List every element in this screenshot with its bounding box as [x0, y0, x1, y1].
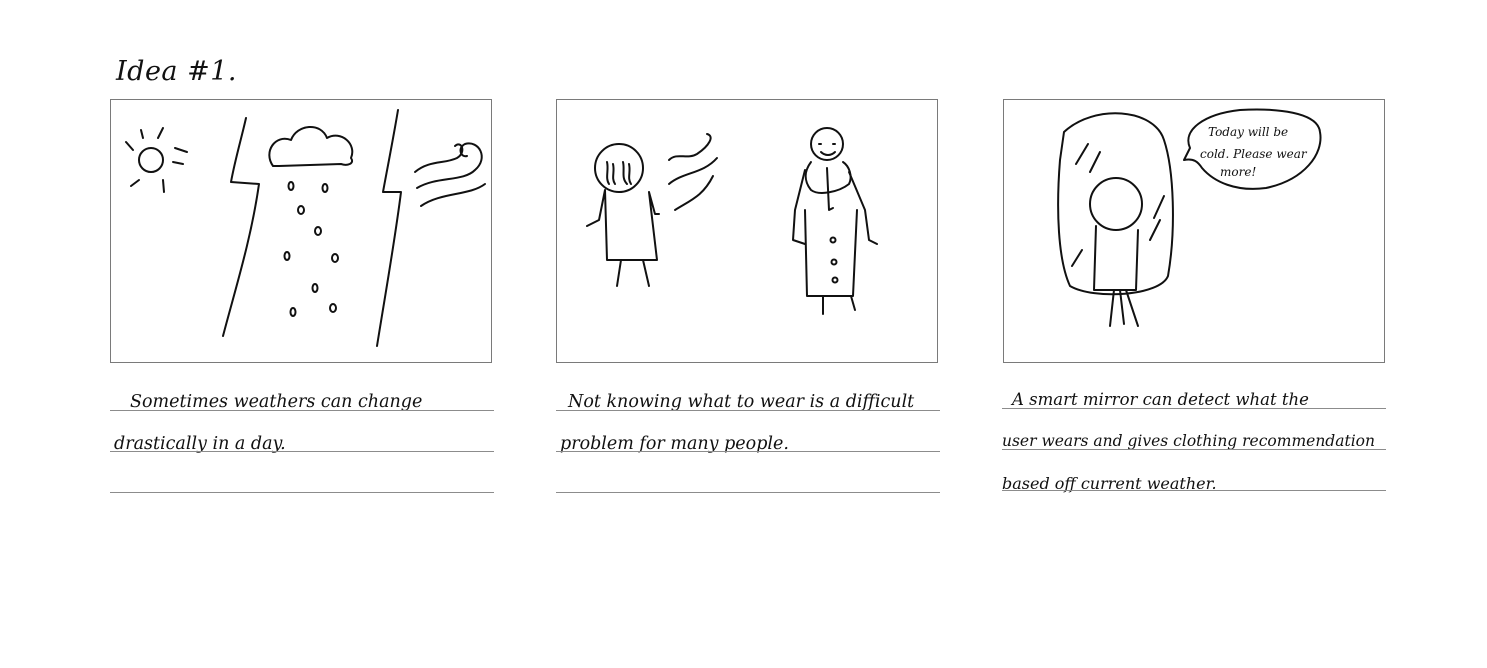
page-title: Idea #1. — [116, 56, 237, 87]
caption-line: A smart mirror can detect what the — [1012, 390, 1309, 409]
speech-bubble-line: Today will be — [1208, 125, 1288, 139]
caption-line: Not knowing what to wear is a difficult — [568, 392, 915, 412]
cloud-icon — [268, 126, 354, 167]
wind-icon — [668, 133, 718, 211]
clothing-sketch — [586, 127, 878, 315]
speech-bubble-line: more! — [1220, 165, 1256, 179]
caption-rule — [556, 492, 940, 493]
smart-mirror-sketch: Today will be cold. Please wear more! — [1057, 108, 1322, 327]
caption-rule — [110, 492, 494, 493]
caption-rule — [1002, 490, 1386, 491]
storyboard-panel-3: Today will be cold. Please wear more! — [1003, 99, 1385, 363]
caption-rule — [1002, 449, 1386, 450]
divider-stroke — [376, 109, 402, 347]
caption-rule — [110, 410, 494, 411]
storyboard-panel-2 — [556, 99, 938, 363]
caption-line: user wears and gives clothing recommenda… — [1002, 432, 1375, 450]
rain-icon — [283, 181, 339, 317]
sun-icon — [125, 127, 188, 193]
wind-icon — [414, 142, 486, 207]
weather-sketch — [125, 109, 486, 347]
storyboard-panel-1 — [110, 99, 492, 363]
mirror-icon — [1057, 112, 1174, 296]
caption-line: Sometimes weathers can change — [130, 392, 423, 412]
caption-rule — [1002, 408, 1386, 409]
warm-person-icon — [792, 127, 878, 315]
speech-bubble-line: cold. Please wear — [1200, 147, 1308, 161]
cold-person-icon — [586, 143, 660, 287]
caption-rule — [556, 451, 940, 452]
divider-stroke — [222, 117, 260, 337]
caption-rule — [556, 410, 940, 411]
caption-rule — [110, 451, 494, 452]
reflection-person-icon — [1089, 177, 1143, 327]
